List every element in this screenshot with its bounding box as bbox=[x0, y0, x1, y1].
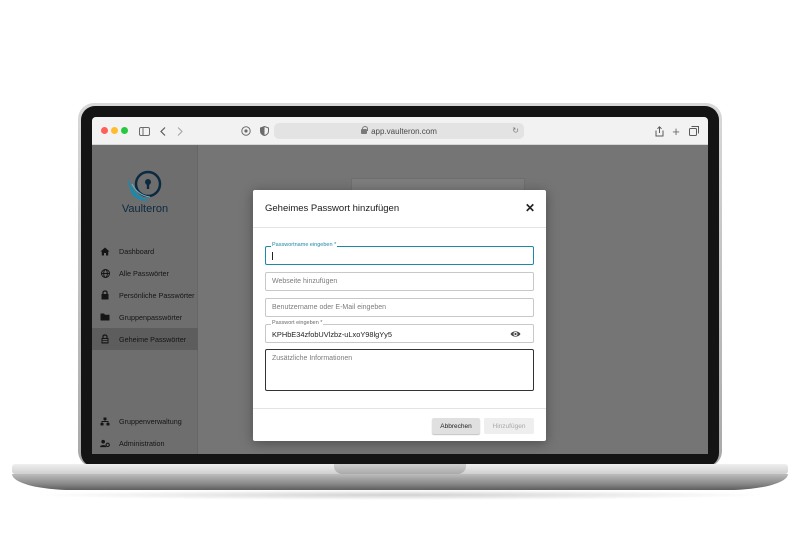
sidebar-item-all-passwords[interactable]: Alle Passwörter bbox=[92, 262, 198, 284]
additional-info-textarea[interactable]: Zusätzliche Informationen bbox=[265, 349, 534, 391]
close-icon[interactable]: ✕ bbox=[525, 201, 535, 215]
window-minimize-button[interactable] bbox=[111, 127, 118, 134]
vault-icon bbox=[100, 334, 110, 344]
lock-icon bbox=[361, 125, 369, 134]
laptop-base-bottom bbox=[12, 474, 788, 490]
username-input[interactable]: Benutzername oder E-Mail eingeben bbox=[265, 298, 534, 317]
sidebar-item-label: Gruppenpasswörter bbox=[119, 312, 183, 322]
address-bar[interactable]: app.vaulteron.com ↻ bbox=[274, 123, 524, 139]
password-name-label: Passwortname eingeben * bbox=[271, 242, 338, 248]
lock-icon bbox=[100, 290, 110, 300]
sidebar-item-label: Alle Passwörter bbox=[119, 268, 169, 278]
home-icon bbox=[100, 246, 110, 256]
add-button[interactable]: Hinzufügen bbox=[484, 418, 534, 434]
sidebar-item-label: Gruppenverwaltung bbox=[119, 416, 182, 426]
window-close-button[interactable] bbox=[101, 127, 108, 134]
sidebar-item-personal-passwords[interactable]: Persönliche Passwörter bbox=[92, 284, 198, 306]
sidebar-item-administration[interactable]: Administration bbox=[92, 432, 198, 454]
eye-icon[interactable] bbox=[510, 330, 521, 338]
sidebar-item-group-management[interactable]: Gruppenverwaltung bbox=[92, 410, 198, 432]
cancel-button[interactable]: Abbrechen bbox=[432, 418, 480, 434]
dialog-title: Geheimes Passwort hinzufügen bbox=[265, 203, 400, 214]
website-input[interactable]: Webseite hinzufügen bbox=[265, 272, 534, 291]
forward-icon[interactable] bbox=[175, 123, 185, 139]
password-input[interactable]: Passwort eingeben * KPHbE34zfobUVlzbz-uL… bbox=[265, 320, 534, 343]
dialog-header: Geheimes Passwort hinzufügen ✕ bbox=[253, 190, 546, 228]
reload-icon[interactable]: ↻ bbox=[512, 126, 519, 135]
additional-info-placeholder: Zusätzliche Informationen bbox=[272, 355, 353, 362]
share-icon[interactable] bbox=[653, 123, 665, 139]
privacy-report-icon[interactable] bbox=[240, 123, 252, 139]
laptop-notch bbox=[334, 464, 466, 474]
dialog-footer: Abbrechen Hinzufügen bbox=[253, 408, 546, 441]
window-zoom-button[interactable] bbox=[121, 127, 128, 134]
shield-icon[interactable] bbox=[258, 123, 270, 139]
sitemap-icon bbox=[100, 416, 110, 426]
laptop-shadow bbox=[30, 490, 770, 500]
add-secret-password-dialog: Geheimes Passwort hinzufügen ✕ Passwortn… bbox=[253, 190, 546, 441]
username-placeholder: Benutzername oder E-Mail eingeben bbox=[272, 304, 387, 311]
stage: app.vaulteron.com ↻ + Vaulteron Dashboar… bbox=[0, 0, 800, 550]
sidebar-item-dashboard[interactable]: Dashboard bbox=[92, 240, 198, 262]
text-cursor bbox=[272, 252, 273, 260]
sidebar-item-group-passwords[interactable]: Gruppenpasswörter bbox=[92, 306, 198, 328]
folder-icon bbox=[100, 312, 110, 322]
users-cog-icon bbox=[100, 438, 110, 448]
sidebar-item-secret-passwords[interactable]: Geheime Passwörter bbox=[92, 328, 198, 350]
tab-overview-icon[interactable] bbox=[688, 123, 700, 139]
website-placeholder: Webseite hinzufügen bbox=[272, 278, 338, 285]
url-text: app.vaulteron.com bbox=[371, 126, 437, 136]
sidebar-item-label: Geheime Passwörter bbox=[119, 334, 187, 344]
back-icon[interactable] bbox=[158, 123, 168, 139]
globe-icon bbox=[100, 268, 110, 278]
sidebar: Vaulteron Dashboard Alle Passwörter Pers… bbox=[92, 145, 198, 454]
sidebar-item-label: Persönliche Passwörter bbox=[119, 290, 195, 300]
password-value: KPHbE34zfobUVlzbz-uLxoY98lgYy5 bbox=[272, 330, 392, 339]
brand-name: Vaulteron bbox=[121, 203, 169, 215]
browser-toolbar: app.vaulteron.com ↻ + bbox=[92, 117, 708, 145]
sidebar-item-label: Dashboard bbox=[119, 246, 155, 256]
new-tab-icon[interactable]: + bbox=[670, 123, 682, 139]
sidebar-toggle-icon[interactable] bbox=[137, 123, 151, 139]
password-label: Passwort eingeben * bbox=[271, 320, 324, 326]
sidebar-item-label: Administration bbox=[119, 438, 165, 448]
laptop-screen: app.vaulteron.com ↻ + Vaulteron Dashboar… bbox=[92, 117, 708, 454]
password-name-input[interactable]: Passwortname eingeben * bbox=[265, 242, 534, 265]
